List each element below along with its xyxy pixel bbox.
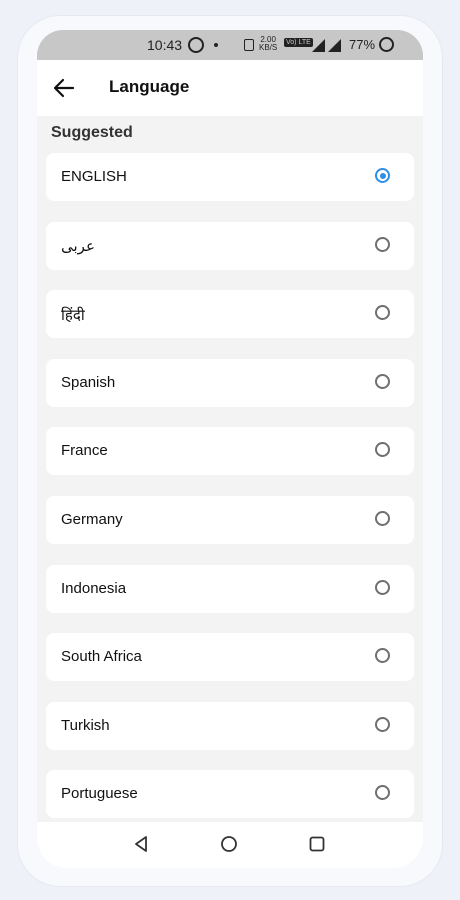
language-label: عربى — [61, 237, 95, 255]
language-list: ENGLISH عربى हिंदी Spanish France Germany Indo… — [46, 153, 414, 839]
language-option[interactable]: Spanish — [46, 358, 414, 407]
phone-screen: 10:43 2.00 KB/S Vo) LTE 77% Language Sug… — [37, 30, 423, 868]
status-time: 10:43 — [147, 37, 183, 53]
radio-selected-icon[interactable] — [375, 168, 390, 183]
language-option[interactable]: France — [46, 427, 414, 476]
circle-home-icon — [221, 836, 237, 852]
radio-unselected-icon[interactable] — [375, 579, 390, 595]
radio-unselected-icon[interactable] — [375, 716, 390, 732]
app-bar: Language — [37, 60, 423, 116]
arrow-left-icon — [53, 78, 75, 98]
language-label: Germany — [61, 510, 123, 528]
volte-badge: Vo) LTE — [284, 38, 313, 47]
net-speed-unit: KB/S — [259, 43, 278, 52]
language-label: Portuguese — [61, 785, 138, 803]
language-label: France — [61, 442, 108, 460]
language-option[interactable]: Turkish — [46, 701, 414, 750]
back-button[interactable] — [51, 76, 77, 100]
whatsapp-icon — [188, 37, 204, 53]
radio-unselected-icon[interactable] — [375, 236, 390, 252]
language-option[interactable]: हिंदी — [46, 290, 414, 339]
radio-unselected-icon[interactable] — [375, 373, 390, 389]
radio-unselected-icon[interactable] — [375, 785, 390, 801]
navigation-bar — [37, 822, 423, 868]
nav-back-button[interactable] — [131, 834, 151, 854]
notification-dot-icon — [214, 43, 218, 47]
language-label: हिंदी — [61, 307, 85, 325]
nav-recents-button[interactable] — [307, 834, 327, 854]
status-bar: 10:43 2.00 KB/S Vo) LTE 77% — [37, 30, 423, 60]
language-label: Turkish — [61, 716, 110, 734]
language-option[interactable]: ENGLISH — [46, 153, 414, 201]
radio-unselected-icon[interactable] — [375, 442, 390, 458]
square-recents-icon — [309, 836, 325, 852]
triangle-back-icon — [135, 836, 147, 852]
radio-unselected-icon[interactable] — [375, 648, 390, 664]
net-speed: 2.00 KB/S — [259, 36, 277, 52]
language-option[interactable]: South Africa — [46, 633, 414, 682]
language-option[interactable]: عربى — [46, 221, 414, 270]
language-label: Spanish — [61, 373, 116, 391]
nav-home-button[interactable] — [219, 834, 239, 854]
section-title: Suggested — [51, 124, 133, 141]
signal-icon — [312, 39, 325, 52]
battery-icon — [379, 37, 394, 52]
language-label: Indonesia — [61, 579, 127, 597]
signal-icon-2 — [328, 39, 341, 52]
radio-unselected-icon[interactable] — [375, 305, 390, 321]
language-option[interactable]: Indonesia — [46, 564, 414, 613]
language-option[interactable]: Germany — [46, 495, 414, 544]
radio-unselected-icon[interactable] — [375, 510, 390, 526]
language-label: South Africa — [61, 648, 142, 666]
language-option[interactable]: Portuguese — [46, 770, 414, 819]
page-title: Language — [109, 77, 190, 96]
battery-percent: 77% — [349, 37, 376, 52]
vibrate-icon — [244, 39, 254, 51]
language-label: ENGLISH — [61, 168, 127, 185]
